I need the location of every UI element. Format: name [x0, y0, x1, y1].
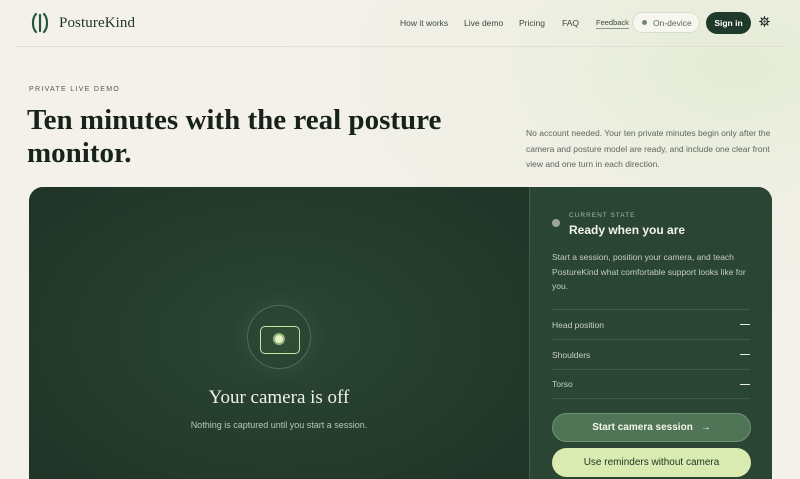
camera-status-title: Your camera is off	[208, 387, 350, 408]
page-title: Ten minutes with the real posture monito…	[27, 104, 442, 169]
start-camera-session-button[interactable]: Start camera session →	[552, 413, 751, 442]
arrow-right-icon: →	[700, 422, 711, 433]
nav-live-demo[interactable]: Live demo	[464, 18, 503, 28]
state-description: Start a session, position your camera, a…	[552, 252, 746, 291]
hero-description: No account needed. Your ten private minu…	[526, 128, 771, 169]
nav-pricing[interactable]: Pricing	[519, 18, 545, 28]
demo-panel: Your camera is off Nothing is captured u…	[29, 187, 772, 479]
camera-lens-icon	[273, 333, 285, 345]
camera-status-subtitle: Nothing is captured until you start a se…	[190, 420, 368, 430]
start-session-label: Start camera session	[592, 422, 693, 433]
metric-label: Head position	[552, 319, 604, 330]
camera-preview: Your camera is off Nothing is captured u…	[29, 187, 529, 479]
feedback-link[interactable]: Feedback	[596, 18, 629, 29]
reminders-without-camera-button[interactable]: Use reminders without camera	[552, 448, 751, 477]
metric-value: —	[740, 378, 750, 390]
session-sidebar: CURRENT STATE Ready when you are Start a…	[529, 187, 772, 479]
nav-how-it-works[interactable]: How it works	[400, 18, 448, 28]
on-device-label: On-device	[653, 17, 692, 28]
metric-row-shoulders: Shoulders —	[552, 339, 750, 369]
brand-logo[interactable]: PostureKind	[30, 12, 135, 34]
status-dot-icon	[642, 20, 647, 25]
sign-in-button[interactable]: Sign in	[706, 12, 751, 34]
logo-icon	[31, 12, 49, 34]
nav-faq[interactable]: FAQ	[562, 18, 579, 28]
brand-name: PostureKind	[59, 14, 136, 31]
state-indicator-icon	[552, 219, 560, 227]
metric-row-torso: Torso —	[552, 369, 750, 399]
site-header: PostureKind How it works Live demo Prici…	[0, 0, 800, 46]
hero-eyebrow: PRIVATE LIVE DEMO	[29, 86, 121, 93]
header-divider	[16, 46, 784, 47]
metric-label: Shoulders	[552, 349, 591, 360]
metric-row-head: Head position —	[552, 309, 750, 339]
gear-icon[interactable]	[759, 16, 770, 27]
metric-label: Torso	[552, 379, 573, 389]
sign-in-label: Sign in	[714, 18, 743, 28]
state-label: CURRENT STATE	[569, 212, 636, 219]
on-device-badge: On-device	[632, 12, 700, 33]
metric-value: —	[740, 319, 750, 330]
metric-value: —	[740, 349, 750, 360]
reminders-label: Use reminders without camera	[583, 457, 720, 468]
state-title: Ready when you are	[569, 223, 686, 237]
